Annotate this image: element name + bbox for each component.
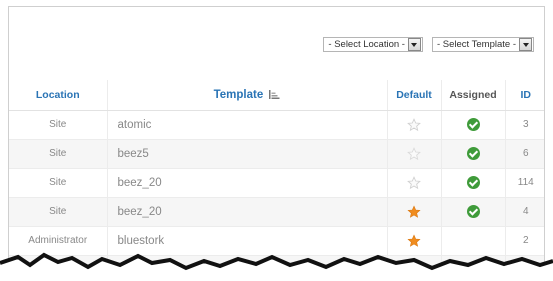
filter-bar: - Select Location - - Select Template - (323, 37, 534, 52)
check-circle-icon (466, 205, 480, 218)
location-select-value: - Select Location - (328, 39, 405, 50)
check-circle-icon (466, 176, 480, 189)
column-header-assigned: Assigned (441, 80, 506, 111)
cell-assigned (441, 196, 506, 226)
check-circle-icon (466, 118, 480, 131)
cell-location: Site (9, 167, 108, 197)
check-circle-icon (466, 147, 480, 160)
cell-default (387, 109, 442, 139)
cell-location: Site (9, 109, 108, 139)
chevron-down-icon[interactable] (519, 38, 532, 51)
column-header-template[interactable]: Template (107, 80, 388, 111)
cell-id: 6 (505, 138, 544, 168)
cell-assigned (441, 167, 506, 197)
star-empty-icon[interactable] (407, 175, 421, 190)
column-header-template-label[interactable]: Template (214, 89, 264, 101)
column-header-id[interactable]: ID (505, 80, 544, 111)
cell-location: Site (9, 138, 108, 168)
cell-template-link[interactable]: atomic (107, 109, 388, 139)
cell-assigned (441, 138, 506, 168)
cell-id: 114 (505, 167, 544, 197)
cell-template-link[interactable]: beez_20 (107, 196, 388, 226)
column-header-default-label[interactable]: Default (396, 89, 432, 101)
cell-location: Site (9, 196, 108, 226)
cell-template-link[interactable]: beez_20 (107, 167, 388, 197)
star-empty-icon[interactable] (407, 117, 421, 132)
column-header-default[interactable]: Default (387, 80, 442, 111)
column-header-assigned-label: Assigned (449, 88, 497, 101)
column-header-location[interactable]: Location (9, 80, 108, 111)
cell-default (387, 138, 442, 168)
table-row: Site beez_20 114 (9, 167, 544, 197)
location-select[interactable]: - Select Location - (323, 37, 423, 52)
cell-default (387, 196, 442, 226)
table-row: Site beez5 6 (9, 138, 544, 168)
template-select[interactable]: - Select Template - (431, 37, 534, 52)
star-empty-icon[interactable] (407, 146, 421, 161)
chevron-down-icon[interactable] (407, 38, 421, 51)
star-default-icon (407, 204, 421, 218)
cell-assigned (441, 109, 506, 139)
cell-id: 3 (505, 109, 544, 139)
column-header-id-label[interactable]: ID (521, 89, 532, 101)
cell-template-link[interactable]: beez5 (107, 138, 388, 168)
table-header-row: Location Template Default Assigned ID (9, 80, 544, 111)
template-select-value: - Select Template - (436, 39, 516, 50)
sort-icon[interactable] (269, 90, 280, 100)
template-manager-panel: - Select Location - - Select Template - … (8, 6, 545, 281)
cell-id: 4 (505, 196, 544, 226)
table-row: Site beez_20 4 (9, 196, 544, 226)
cell-default (387, 167, 442, 197)
torn-edge-decoration (0, 252, 553, 281)
column-header-location-label[interactable]: Location (36, 89, 80, 101)
table-row: Site atomic 3 (9, 109, 544, 139)
